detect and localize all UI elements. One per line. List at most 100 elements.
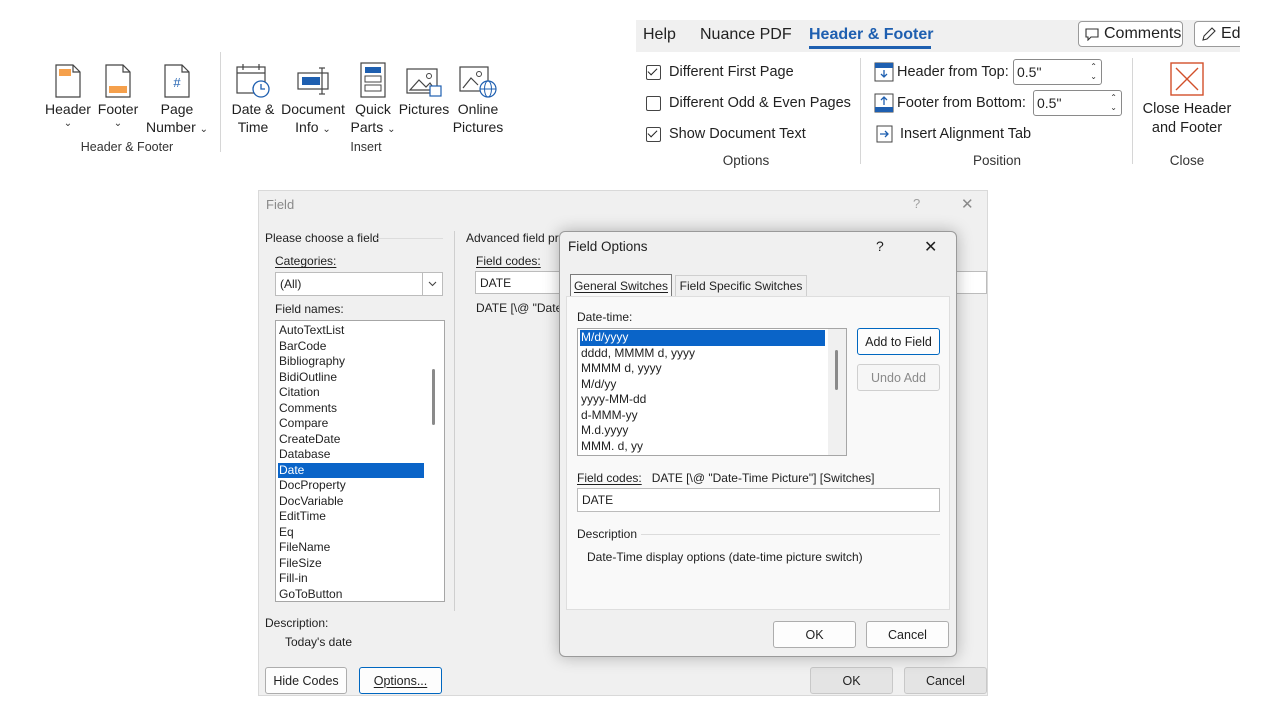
quick-parts-button[interactable]: Quick Parts ⌄ — [350, 54, 396, 136]
checkbox-checked-icon — [646, 64, 661, 80]
quick-parts-label-1: Quick — [355, 101, 391, 117]
different-first-page-label: Different First Page — [669, 64, 794, 80]
help-button[interactable]: ? — [913, 196, 920, 211]
list-item[interactable]: Bibliography — [278, 354, 424, 370]
ok-button[interactable]: OK — [773, 621, 856, 648]
header-from-top-input[interactable]: 0.5" ⌃ ⌄ — [1013, 59, 1102, 85]
cancel-button[interactable]: Cancel — [904, 667, 987, 694]
list-item[interactable]: DocProperty — [278, 478, 424, 494]
document-info-button[interactable]: Document Info ⌄ — [280, 54, 346, 136]
header-button[interactable]: Header ⌄ — [44, 54, 92, 130]
different-odd-even-label: Different Odd & Even Pages — [669, 95, 851, 111]
list-item[interactable]: dddd, MMMM d, yyyy — [580, 346, 825, 362]
description-label: Description — [577, 527, 638, 541]
scrollbar-thumb[interactable] — [432, 369, 435, 425]
list-item[interactable]: DocVariable — [278, 494, 424, 510]
tab-help[interactable]: Help — [643, 26, 676, 44]
close-button[interactable]: ✕ — [961, 195, 974, 213]
field-codes-input[interactable]: DATE — [577, 488, 940, 512]
different-first-page-checkbox[interactable]: Different First Page — [646, 64, 794, 80]
footer-from-bottom-input[interactable]: 0.5" ⌃ ⌄ — [1033, 90, 1122, 116]
list-item[interactable]: Database — [278, 447, 424, 463]
document-info-label-1: Document — [281, 101, 345, 117]
show-document-text-checkbox[interactable]: Show Document Text — [646, 126, 806, 142]
tab-header-footer[interactable]: Header & Footer — [809, 26, 933, 44]
ok-button[interactable]: OK — [810, 667, 893, 694]
field-codes-syntax: DATE [\@ "Date- — [476, 301, 567, 315]
date-time-label-2: Time — [237, 119, 269, 135]
help-button[interactable]: ? — [876, 238, 884, 254]
field-names-label: Field names: — [275, 302, 344, 316]
categories-dropdown[interactable]: (All) — [275, 272, 443, 296]
close-button[interactable]: ✕ — [924, 237, 937, 257]
footer-button[interactable]: Footer ⌄ — [96, 54, 140, 130]
tab-nuance-pdf[interactable]: Nuance PDF — [700, 26, 792, 44]
spin-arrows-icon[interactable]: ⌃ ⌄ — [1110, 93, 1117, 113]
date-time-format-list[interactable]: M/d/yyyy dddd, MMMM d, yyyy MMMM d, yyyy… — [577, 328, 847, 456]
close-header-footer-button[interactable]: Close Header and Footer — [1140, 62, 1234, 138]
list-item[interactable]: Eq — [278, 525, 424, 541]
scrollbar-thumb[interactable] — [835, 350, 838, 390]
chevron-down-icon: ⌄ — [113, 118, 123, 129]
pictures-button[interactable]: Pictures — [398, 54, 450, 118]
document-info-label-2: Info ⌄ — [295, 119, 331, 135]
cancel-button[interactable]: Cancel — [866, 621, 949, 648]
page-number-button[interactable]: # Page Number ⌄ — [144, 54, 210, 136]
undo-add-button[interactable]: Undo Add — [857, 364, 940, 391]
spin-arrows-icon[interactable]: ⌃ ⌄ — [1090, 62, 1097, 82]
alignment-tab-icon — [876, 125, 893, 143]
list-item[interactable]: Citation — [278, 385, 424, 401]
header-from-top-label: Header from Top: — [897, 64, 1009, 80]
chevron-down-icon: ⌄ — [63, 118, 73, 129]
close-header-footer-label-2: and Footer — [1151, 120, 1223, 136]
picture-icon — [406, 54, 442, 98]
list-item[interactable]: MMMM d, yyyy — [580, 361, 825, 377]
list-item[interactable]: d-MMM-yy — [580, 408, 825, 424]
hide-codes-button[interactable]: Hide Codes — [265, 667, 347, 694]
list-item[interactable]: yyyy-MM-dd — [580, 392, 825, 408]
list-item-selected[interactable]: M/d/yyyy — [580, 330, 825, 346]
chevron-down-icon — [422, 273, 442, 295]
list-item[interactable]: CreateDate — [278, 432, 424, 448]
document-info-icon — [295, 54, 331, 98]
group-separator — [1132, 58, 1133, 164]
list-item[interactable]: Comments — [278, 401, 424, 417]
list-item[interactable]: BidiOutline — [278, 370, 424, 386]
page-number-label-1: Page — [160, 101, 194, 117]
scrollbar-track[interactable] — [828, 329, 846, 455]
page-number-label-2: Number ⌄ — [145, 119, 209, 135]
tab-general-switches[interactable]: General Switches — [570, 274, 672, 297]
list-item[interactable]: FileSize — [278, 556, 424, 572]
list-item[interactable]: M.d.yyyy — [580, 423, 825, 439]
list-item[interactable]: Fill-in — [278, 571, 424, 587]
list-item[interactable]: MMM. d, yy — [580, 439, 825, 455]
list-item[interactable]: EditTime — [278, 509, 424, 525]
list-item[interactable]: BarCode — [278, 339, 424, 355]
options-button[interactable]: Options... — [359, 667, 442, 694]
add-to-field-button[interactable]: Add to Field — [857, 328, 940, 355]
comments-button[interactable]: Comments — [1078, 21, 1183, 47]
different-odd-even-checkbox[interactable]: Different Odd & Even Pages — [646, 95, 851, 111]
close-x-icon — [1170, 62, 1204, 96]
insert-alignment-tab-button[interactable]: Insert Alignment Tab — [876, 125, 1031, 143]
header-button-label: Header — [45, 101, 91, 117]
list-item[interactable]: AutoTextList — [278, 323, 424, 339]
comments-label: Comments — [1104, 25, 1182, 42]
comment-icon — [1085, 27, 1099, 41]
edit-button[interactable]: Ed — [1194, 21, 1240, 47]
list-item[interactable]: M/d/yy — [580, 377, 825, 393]
list-item[interactable]: FileName — [278, 540, 424, 556]
list-item[interactable]: GoToButton — [278, 587, 424, 602]
dialog-title: Field Options — [568, 239, 648, 254]
edit-label: Ed — [1221, 25, 1240, 42]
chevron-down-icon: ⌄ — [199, 124, 209, 135]
date-time-button[interactable]: Date & Time — [228, 54, 278, 136]
field-names-list[interactable]: AutoTextList BarCode Bibliography BidiOu… — [275, 320, 445, 602]
quick-parts-label-2: Parts ⌄ — [350, 119, 396, 135]
show-document-text-label: Show Document Text — [669, 126, 806, 142]
checkbox-unchecked-icon — [646, 95, 661, 111]
tab-field-specific-switches[interactable]: Field Specific Switches — [675, 275, 807, 297]
list-item[interactable]: Compare — [278, 416, 424, 432]
online-pictures-button[interactable]: Online Pictures — [452, 54, 504, 136]
list-item-selected[interactable]: Date — [278, 462, 424, 478]
